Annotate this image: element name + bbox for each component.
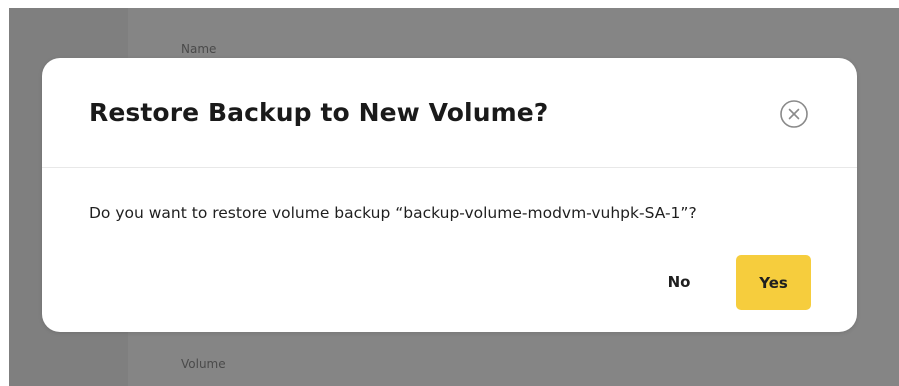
dialog-message: Do you want to restore volume backup “ba…: [89, 204, 697, 222]
background-name-label: Name: [181, 42, 217, 56]
yes-button[interactable]: Yes: [736, 255, 811, 310]
restore-backup-dialog: Restore Backup to New Volume? Do you wan…: [42, 58, 857, 332]
close-button[interactable]: [779, 99, 809, 129]
background-volume-label: Volume: [181, 357, 226, 371]
dialog-header: Restore Backup to New Volume?: [42, 58, 857, 168]
no-button[interactable]: No: [654, 256, 704, 308]
close-circle-icon: [779, 99, 809, 129]
dialog-title: Restore Backup to New Volume?: [89, 98, 549, 127]
